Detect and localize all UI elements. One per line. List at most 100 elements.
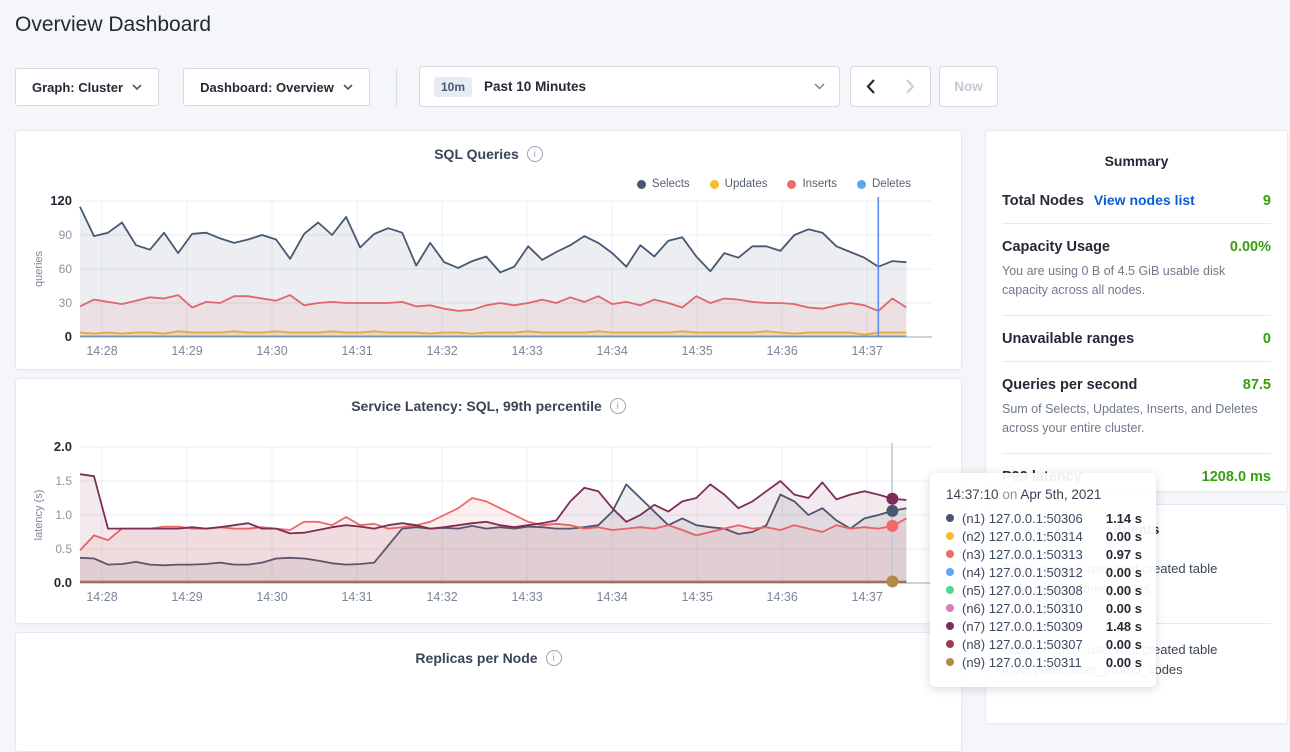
chart-title-row: Replicas per Node i xyxy=(16,650,961,666)
node-latency-value: 1.48 s xyxy=(1106,619,1142,634)
info-icon[interactable]: i xyxy=(527,146,543,162)
node-address: (n7) 127.0.0.1:50309 xyxy=(962,619,1083,634)
chart-canvas[interactable]: 14:2814:2914:3014:3114:3214:3314:3414:35… xyxy=(28,189,948,371)
hover-point-dot xyxy=(886,493,898,505)
toolbar-divider xyxy=(396,68,397,106)
summary-value: 87.5 xyxy=(1243,377,1271,393)
y-tick-label: 1.0 xyxy=(55,508,72,522)
y-tick-label: 0 xyxy=(65,329,72,344)
x-tick-label: 14:32 xyxy=(426,344,457,358)
y-tick-label: 0.0 xyxy=(54,575,72,590)
node-latency-value: 0.00 s xyxy=(1106,637,1142,652)
y-tick-label: 60 xyxy=(59,262,73,276)
node-address: (n4) 127.0.0.1:50312 xyxy=(962,565,1083,580)
x-tick-label: 14:30 xyxy=(256,344,287,358)
x-tick-label: 14:36 xyxy=(767,344,798,358)
y-axis-label: queries xyxy=(33,250,45,287)
time-range-label: Past 10 Minutes xyxy=(484,79,586,94)
info-icon[interactable]: i xyxy=(546,650,562,666)
y-tick-label: 120 xyxy=(50,193,72,208)
node-address: (n1) 127.0.0.1:50306 xyxy=(962,511,1083,526)
tooltip-node-row: (n1) 127.0.0.1:50306 1.14 s xyxy=(946,509,1142,527)
x-tick-label: 14:34 xyxy=(597,590,628,604)
x-tick-label: 14:36 xyxy=(767,590,798,604)
summary-row-capacity-usage: Capacity Usage 0.00% You are using 0 B o… xyxy=(1002,223,1271,315)
summary-title: Summary xyxy=(986,131,1287,169)
tooltip-node-row: (n4) 127.0.0.1:50312 0.00 s xyxy=(946,563,1142,581)
node-color-dot-icon xyxy=(946,514,954,522)
y-tick-label: 0.5 xyxy=(55,542,72,556)
summary-value: 0.00% xyxy=(1230,239,1271,255)
graph-selector-dropdown[interactable]: Graph: Cluster xyxy=(15,68,159,106)
hover-point-dot xyxy=(886,505,898,517)
tooltip-node-row: (n5) 127.0.0.1:503080.00 s xyxy=(946,581,1142,599)
service-latency-panel: Service Latency: SQL, 99th percentile i … xyxy=(15,378,962,624)
summary-rows: Total Nodes View nodes list 9 Capacity U… xyxy=(986,169,1287,499)
legend-dot-icon xyxy=(710,180,719,189)
node-address: (n8) 127.0.0.1:50307 xyxy=(962,637,1083,652)
x-tick-label: 14:30 xyxy=(256,590,287,604)
toolbar: Graph: Cluster Dashboard: Overview 10m P… xyxy=(0,66,1290,108)
x-tick-label: 14:31 xyxy=(341,590,372,604)
node-latency-value: 0.00 s xyxy=(1106,601,1142,616)
node-address: (n9) 127.0.0.1:50311 xyxy=(962,655,1082,670)
view-nodes-list-link[interactable]: View nodes list xyxy=(1094,192,1195,208)
node-color-dot-icon xyxy=(946,658,954,666)
node-latency-value: 0.00 s xyxy=(1106,565,1142,580)
chart-title: SQL Queries xyxy=(434,146,519,162)
chart-hover-tooltip: 14:37:10 on Apr 5th, 2021 (n1) 127.0.0.1… xyxy=(930,473,1156,687)
summary-row-queries-per-second: Queries per second 87.5 Sum of Selects, … xyxy=(1002,361,1271,453)
chart-canvas[interactable]: 14:2814:2914:3014:3114:3214:3314:3414:35… xyxy=(28,435,948,617)
tooltip-node-row: (n9) 127.0.0.1:50311 0.00 s xyxy=(946,653,1142,671)
chart-title: Service Latency: SQL, 99th percentile xyxy=(351,398,602,414)
summary-description: You are using 0 B of 4.5 GiB usable disk… xyxy=(1002,262,1271,301)
x-tick-label: 14:34 xyxy=(597,344,628,358)
node-address: (n6) 127.0.0.1:50310 xyxy=(962,601,1083,616)
summary-value: 1208.0 ms xyxy=(1202,469,1271,485)
summary-label: Total Nodes xyxy=(1002,193,1084,209)
summary-row-total-nodes: Total Nodes View nodes list 9 xyxy=(1002,177,1271,223)
time-back-button[interactable] xyxy=(850,66,891,107)
summary-label: Queries per second xyxy=(1002,377,1137,393)
chart-title-row: SQL Queries i xyxy=(16,146,961,162)
legend-dot-icon xyxy=(637,180,646,189)
node-color-dot-icon xyxy=(946,622,954,630)
node-color-dot-icon xyxy=(946,640,954,648)
summary-panel: Summary Total Nodes View nodes list 9 Ca… xyxy=(985,130,1288,492)
chart-title-row: Service Latency: SQL, 99th percentile i xyxy=(16,398,961,414)
legend-dot-icon xyxy=(857,180,866,189)
dashboard-selector-dropdown[interactable]: Dashboard: Overview xyxy=(183,68,370,106)
node-color-dot-icon xyxy=(946,604,954,612)
x-tick-label: 14:37 xyxy=(852,344,883,358)
tooltip-node-row: (n7) 127.0.0.1:50309 1.48 s xyxy=(946,617,1142,635)
y-tick-label: 2.0 xyxy=(54,439,72,454)
dashboard-selector-label: Dashboard: Overview xyxy=(200,80,334,95)
service-latency-chart[interactable]: 14:2814:2914:3014:3114:3214:3314:3414:35… xyxy=(28,435,948,622)
x-tick-label: 14:31 xyxy=(341,344,372,358)
tooltip-node-row: (n2) 127.0.0.1:50314 0.00 s xyxy=(946,527,1142,545)
legend-dot-icon xyxy=(787,180,796,189)
summary-description: Sum of Selects, Updates, Inserts, and De… xyxy=(1002,400,1271,439)
now-button[interactable]: Now xyxy=(939,66,998,107)
y-tick-label: 30 xyxy=(59,296,73,310)
y-axis-label: latency (s) xyxy=(33,490,45,541)
node-latency-value: 0.97 s xyxy=(1106,547,1142,562)
replicas-per-node-panel: Replicas per Node i xyxy=(15,632,962,752)
info-icon[interactable]: i xyxy=(610,398,626,414)
node-address: (n3) 127.0.0.1:50313 xyxy=(962,547,1083,562)
tooltip-node-row: (n8) 127.0.0.1:50307 0.00 s xyxy=(946,635,1142,653)
summary-value: 0 xyxy=(1263,331,1271,347)
node-latency-value: 1.14 s xyxy=(1106,511,1142,526)
time-range-picker[interactable]: 10m Past 10 Minutes xyxy=(419,66,840,107)
x-tick-label: 14:37 xyxy=(852,590,883,604)
sql-queries-chart[interactable]: 14:2814:2914:3014:3114:3214:3314:3414:35… xyxy=(28,189,948,376)
x-tick-label: 14:35 xyxy=(682,590,713,604)
node-latency-value: 0.00 s xyxy=(1106,583,1142,598)
node-latency-value: 0.00 s xyxy=(1106,655,1142,670)
node-color-dot-icon xyxy=(946,550,954,558)
x-tick-label: 14:28 xyxy=(86,590,117,604)
node-address: (n2) 127.0.0.1:50314 xyxy=(962,529,1083,544)
time-forward-button[interactable] xyxy=(890,66,931,107)
node-latency-value: 0.00 s xyxy=(1106,529,1142,544)
sql-queries-panel: SQL Queries i SelectsUpdatesInsertsDelet… xyxy=(15,130,962,370)
